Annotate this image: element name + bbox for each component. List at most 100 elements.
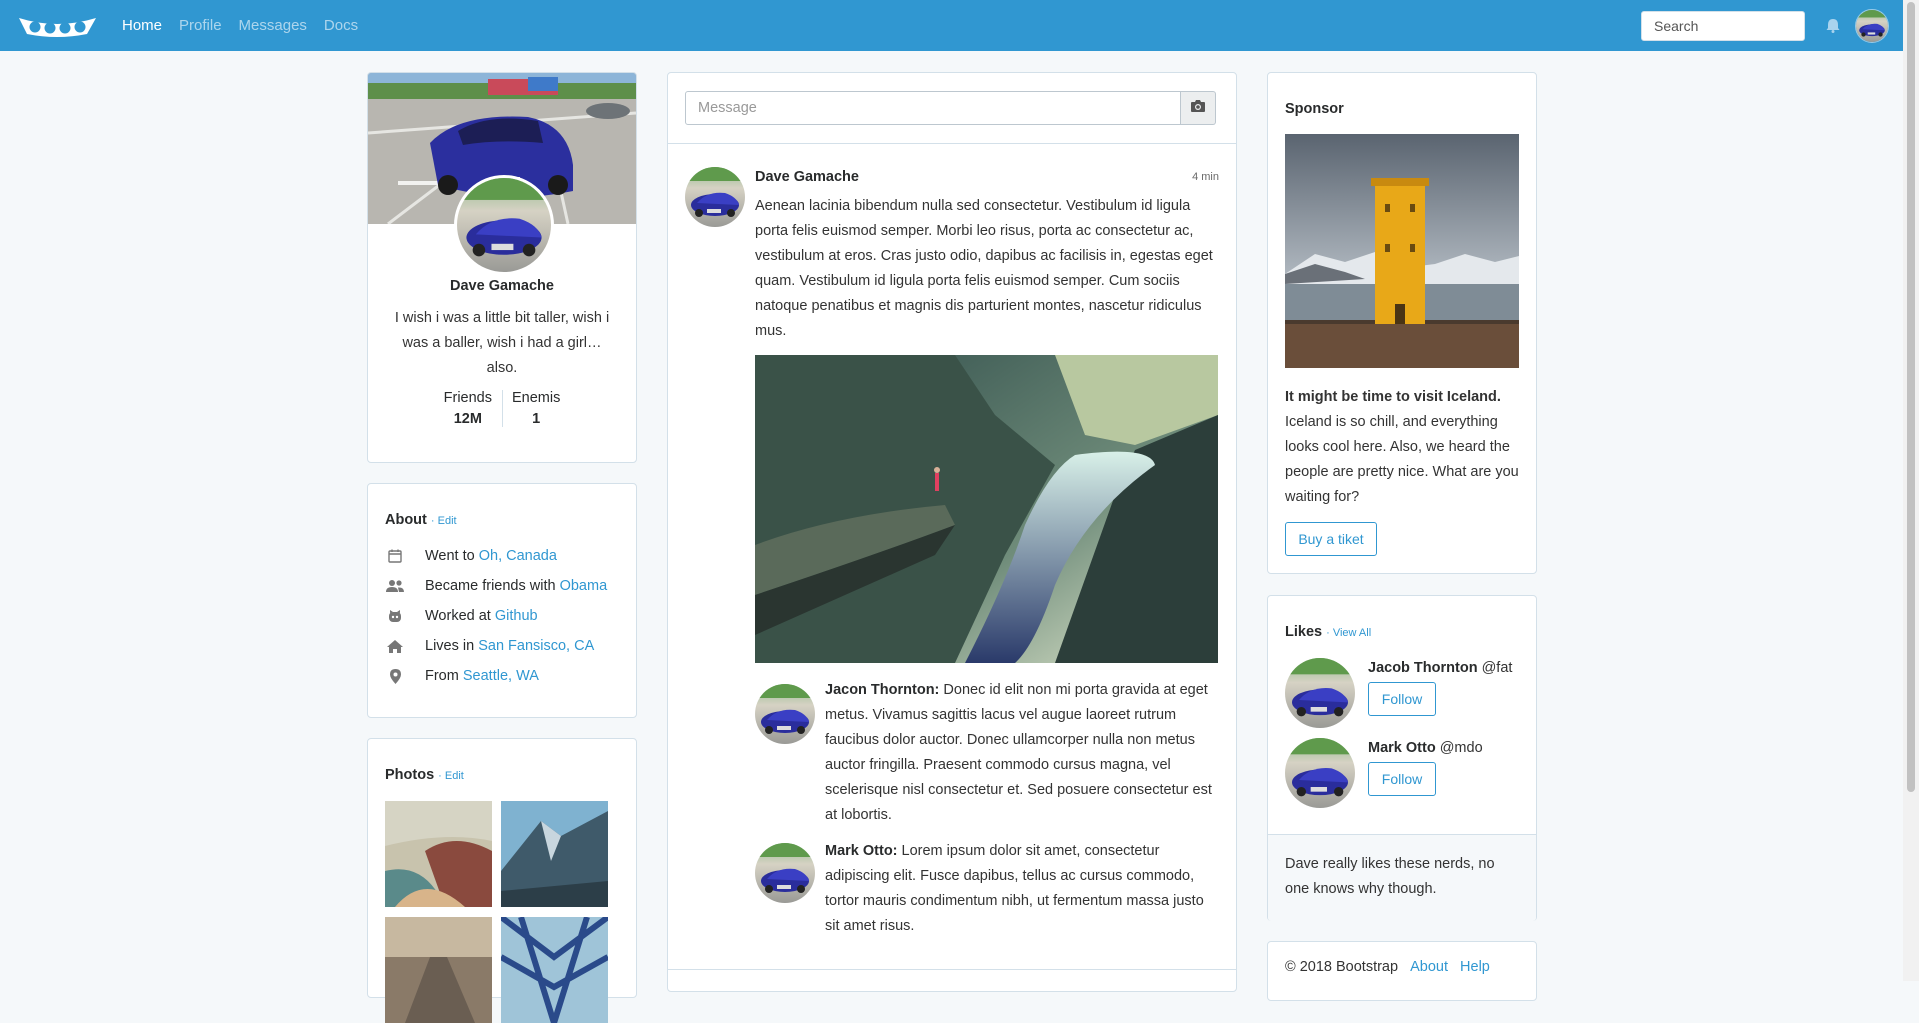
composer-divider	[668, 143, 1236, 144]
likes-footer-text: Dave really likes these nerds, no one kn…	[1285, 856, 1495, 897]
likes-card: Likes · View All Jacob Thornton @fat Fol…	[1267, 595, 1537, 921]
follow-button[interactable]: Follow	[1368, 762, 1436, 796]
footer-line: © 2018 Bootstrap About Help	[1285, 959, 1490, 975]
sponsor-headline: It might be time to visit Iceland.	[1285, 389, 1501, 405]
about-title: About	[385, 512, 427, 528]
sponsor-image[interactable]	[1285, 134, 1519, 368]
photo-thumbnail[interactable]	[501, 917, 608, 1023]
like-avatar[interactable]	[1285, 658, 1355, 728]
footer-help-link[interactable]: Help	[1460, 959, 1490, 975]
post-time: 4 min	[1192, 171, 1219, 183]
like-avatar[interactable]	[1285, 738, 1355, 808]
follow-button[interactable]: Follow	[1368, 682, 1436, 716]
sponsor-title: Sponsor	[1285, 101, 1344, 117]
about-text: Became friends with	[425, 578, 556, 594]
like-person: Mark Otto @mdo	[1368, 740, 1483, 756]
friends-count: 12M	[453, 411, 482, 427]
home-icon	[385, 638, 405, 654]
footer-card: © 2018 Bootstrap About Help	[1267, 941, 1537, 1001]
about-link[interactable]: Seattle, WA	[463, 668, 539, 684]
reply-text: Donec id elit non mi porta gravida at eg…	[825, 682, 1212, 823]
sponsor-text: It might be time to visit Iceland. Icela…	[1285, 385, 1521, 510]
photos-title: Photos	[385, 767, 435, 783]
about-edit-link[interactable]: · Edit	[431, 515, 457, 527]
friends-label: Friends	[443, 390, 492, 406]
like-person-name[interactable]: Mark Otto	[1368, 740, 1436, 756]
like-person-handle: @mdo	[1435, 740, 1483, 756]
page-scrollbar[interactable]	[1903, 0, 1919, 981]
bell-icon[interactable]	[1823, 16, 1843, 36]
brand-logo[interactable]	[15, 13, 100, 39]
like-person-handle: @fat	[1477, 660, 1513, 676]
main-nav: Home Profile Messages Docs	[122, 17, 375, 34]
calendar-icon	[385, 548, 405, 564]
reply-avatar[interactable]	[755, 684, 815, 744]
reply-author[interactable]: Jacon Thornton:	[825, 682, 939, 698]
nav-messages[interactable]: Messages	[239, 17, 307, 34]
about-item-from: From Seattle, WA	[385, 661, 607, 691]
photo-thumbnail[interactable]	[501, 801, 608, 907]
about-item-work: Worked at Github	[385, 601, 607, 631]
profile-stats: Friends 12M Enemis 1	[368, 390, 636, 427]
about-item-school: Went to Oh, Canada	[385, 541, 607, 571]
profile-avatar[interactable]	[454, 175, 554, 275]
search-input[interactable]	[1641, 10, 1805, 41]
profile-card: Dave Gamache I wish i was a little bit t…	[367, 72, 637, 463]
view-all-link[interactable]: · View All	[1326, 627, 1371, 639]
nav-profile[interactable]: Profile	[179, 17, 222, 34]
message-input[interactable]	[685, 91, 1181, 125]
buy-ticket-button[interactable]: Buy a tiket	[1285, 522, 1377, 556]
about-link[interactable]: Oh, Canada	[479, 548, 557, 564]
about-card: About · Edit Went to Oh, Canada Became f…	[367, 483, 637, 718]
feed-card: Dave Gamache 4 min Aenean lacinia bibend…	[667, 72, 1237, 992]
likes-title: Likes	[1285, 624, 1323, 640]
profile-bio: I wish i was a little bit taller, wish i…	[394, 310, 610, 376]
post-image[interactable]	[755, 355, 1218, 663]
photos-edit-link[interactable]: · Edit	[438, 770, 464, 782]
post-author[interactable]: Dave Gamache	[755, 169, 859, 185]
top-navbar: Home Profile Messages Docs	[0, 0, 1903, 51]
photo-thumbnail[interactable]	[385, 801, 492, 907]
likes-footer: Dave really likes these nerds, no one kn…	[1268, 834, 1536, 921]
sponsor-card: Sponsor It might be time to visit Icelan…	[1267, 72, 1537, 574]
post-author-avatar[interactable]	[685, 167, 745, 227]
copyright: © 2018 Bootstrap	[1285, 959, 1399, 975]
nav-home[interactable]: Home	[122, 17, 162, 34]
about-link[interactable]: Github	[495, 608, 538, 624]
nav-docs[interactable]: Docs	[324, 17, 358, 34]
about-link[interactable]: San Fansisco, CA	[478, 638, 594, 654]
friends-stat[interactable]: Friends 12M	[435, 390, 503, 427]
enemies-count: 1	[532, 411, 541, 427]
reply-comment: Mark Otto: Lorem ipsum dolor sit amet, c…	[825, 839, 1220, 939]
camera-button[interactable]	[1181, 91, 1216, 125]
post-body: Aenean lacinia bibendum nulla sed consec…	[755, 198, 1213, 339]
scrollbar-thumb[interactable]	[1907, 2, 1915, 792]
about-header: About · Edit	[385, 512, 457, 528]
photo-thumbnail[interactable]	[385, 917, 492, 1023]
reply-author[interactable]: Mark Otto:	[825, 843, 898, 859]
location-icon	[385, 668, 405, 684]
about-text: From	[425, 668, 459, 684]
reply-comment: Jacon Thornton: Donec id elit non mi por…	[825, 678, 1220, 828]
photos-header: Photos · Edit	[385, 767, 464, 783]
enemies-stat[interactable]: Enemis 1	[503, 390, 569, 427]
footer-about-link[interactable]: About	[1410, 959, 1448, 975]
about-link[interactable]: Obama	[560, 578, 608, 594]
sponsor-body: Iceland is so chill, and everything look…	[1285, 414, 1519, 505]
about-text: Worked at	[425, 608, 491, 624]
about-list: Went to Oh, Canada Became friends with O…	[385, 541, 607, 691]
user-avatar[interactable]	[1855, 8, 1889, 43]
users-icon	[385, 578, 405, 594]
about-text: Lives in	[425, 638, 475, 654]
like-person-name[interactable]: Jacob Thornton	[1368, 660, 1478, 676]
enemies-label: Enemis	[512, 390, 561, 406]
about-item-lives: Lives in San Fansisco, CA	[385, 631, 607, 661]
about-text: Went to	[425, 548, 475, 564]
likes-header: Likes · View All	[1285, 624, 1371, 640]
camera-icon	[1191, 100, 1205, 116]
post-divider	[668, 969, 1236, 970]
reply-avatar[interactable]	[755, 843, 815, 903]
github-icon	[385, 608, 405, 624]
profile-name[interactable]: Dave Gamache	[368, 278, 636, 294]
photos-card: Photos · Edit	[367, 738, 637, 1023]
